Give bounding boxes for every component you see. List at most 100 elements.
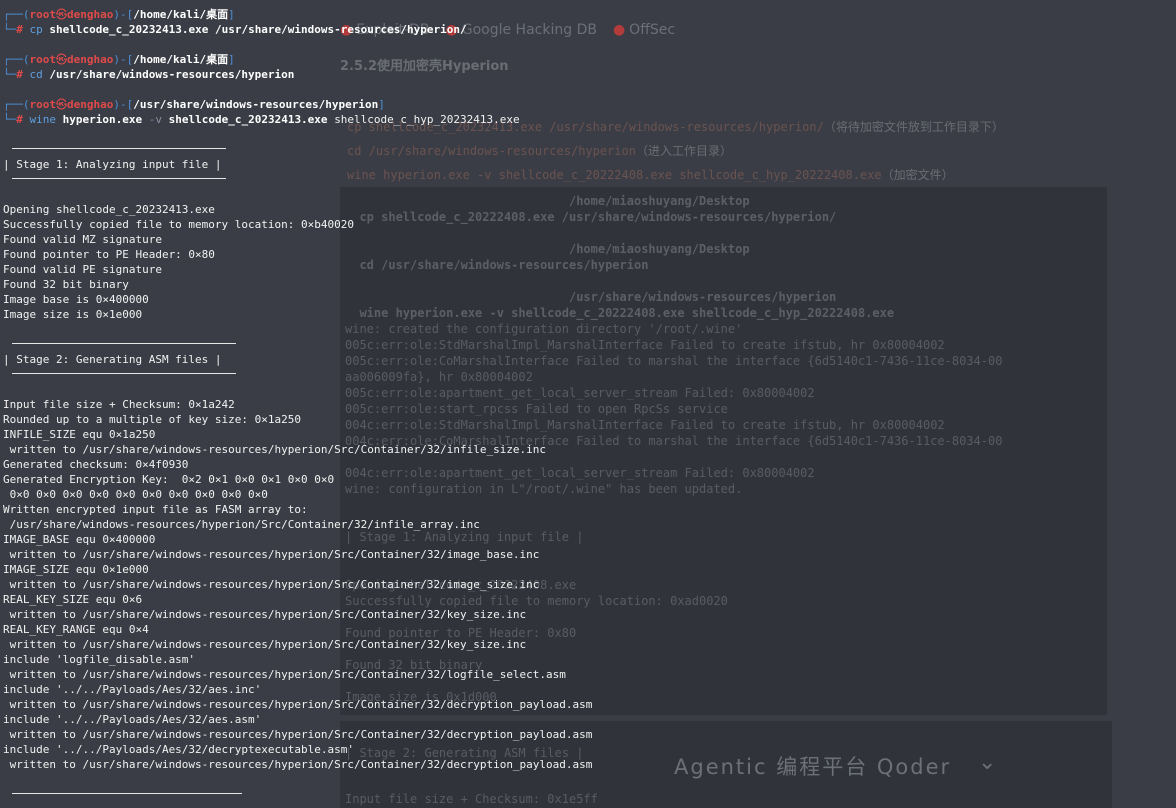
output-text: REAL_KEY_SIZE equ 0×6 [3,593,143,606]
skull-icon: ㉿ [56,98,67,111]
prompt-corner: ┌──( [3,53,30,66]
command-line: └─# cd /usr/share/windows-resources/hype… [3,67,294,82]
output-text: written to /usr/share/windows-resources/… [3,638,527,651]
command-line: └─# wine hyperion.exe -v shellcode_c_202… [3,112,520,127]
prompt-sep: )-[ [113,98,134,111]
terminal-window[interactable]: ┌──(root㉿denghao)-[/home/kali/桌面] └─# cp … [0,0,1176,808]
skull-icon: ㉿ [56,8,67,21]
output-line: Rounded up to a multiple of key size: 0×… [3,412,301,427]
prompt-host: denghao [67,8,114,21]
output-line: Opening shellcode_c_20232413.exe [3,202,215,217]
output-line: REAL_KEY_SIZE equ 0×6 [3,592,142,607]
prompt-user: root [29,53,57,66]
prompt-sep: ] [228,53,235,66]
output-line: Input file size + Checksum: 0×1a242 [3,397,235,412]
prompt-user: root [29,98,57,111]
output-line: written to /usr/share/windows-resources/… [3,757,593,772]
output-text: Found valid MZ signature [3,233,162,246]
prompt-header: ┌──(root㉿denghao)-[/usr/share/windows-re… [3,97,385,112]
prompt-path: /home/kali/桌面 [133,53,229,66]
banner-rule [12,148,226,149]
output-line: written to /usr/share/windows-resources/… [3,442,546,457]
prompt-sep: )-[ [113,8,134,21]
output-text: Found 32 bit binary [3,278,129,291]
prompt-hash: # [16,113,30,126]
output-text: Generated checksum: 0×4f0930 [3,458,189,471]
output-text: include 'logfile_disable.asm' [3,653,196,666]
output-text: include '../../Payloads/Aes/32/decryptex… [3,743,354,756]
output-line: include '../../Payloads/Aes/32/decryptex… [3,742,354,757]
output-line: include '../../Payloads/Aes/32/aes.inc' [3,682,261,697]
prompt-corner: ┌──( [3,8,30,21]
prompt-corner: └─ [3,68,17,81]
banner-rule [12,178,226,179]
command-arg: -v [148,113,162,126]
output-line: Image size is 0×1e000 [3,307,142,322]
output-text: INFILE_SIZE equ 0×1a250 [3,428,156,441]
output-text: Rounded up to a multiple of key size: 0×… [3,413,302,426]
command-arg: shellcode_c_20232413.exe [168,113,328,126]
output-text: REAL_KEY_RANGE equ 0×4 [3,623,149,636]
command-arg: /usr/share/windows-resources/hyperion [49,68,295,81]
output-line: written to /usr/share/windows-resources/… [3,577,540,592]
output-text: /usr/share/windows-resources/hyperion/Sr… [3,518,480,531]
banner-rule [12,373,236,374]
command-name: cd [29,68,43,81]
output-text: include '../../Payloads/Aes/32/aes.asm' [3,713,262,726]
output-text: IMAGE_BASE equ 0×400000 [3,533,156,546]
output-line: INFILE_SIZE equ 0×1a250 [3,427,155,442]
prompt-header: ┌──(root㉿denghao)-[/home/kali/桌面] [3,7,235,22]
prompt-sep: ] [378,98,385,111]
output-line: include '../../Payloads/Aes/32/aes.asm' [3,712,261,727]
output-line: Found 32 bit binary [3,277,129,292]
output-text: Input file size + Checksum: 0×1a242 [3,398,235,411]
output-line: Found valid MZ signature [3,232,162,247]
output-line: Found pointer to PE Header: 0×80 [3,247,215,262]
output-line: 0×0 0×0 0×0 0×0 0×0 0×0 0×0 0×0 0×0 0×0 [3,487,268,502]
command-arg: shellcode_c_hyp_20232413.exe [334,113,520,126]
prompt-corner: └─ [3,113,17,126]
output-text: written to /usr/share/windows-resources/… [3,758,593,771]
output-line: Generated checksum: 0×4f0930 [3,457,188,472]
command-name: wine [29,113,57,126]
output-line: IMAGE_SIZE equ 0×1e000 [3,562,149,577]
output-text: include '../../Payloads/Aes/32/aes.inc' [3,683,262,696]
banner-rule [12,793,242,794]
output-text: Image base is 0×400000 [3,293,149,306]
prompt-host: denghao [67,98,114,111]
prompt-sep: )-[ [113,53,134,66]
output-text: Written encrypted input file as FASM arr… [3,503,308,516]
output-text: Image size is 0×1e000 [3,308,143,321]
output-line: IMAGE_BASE equ 0×400000 [3,532,155,547]
output-line: include 'logfile_disable.asm' [3,652,195,667]
prompt-corner: └─ [3,23,17,36]
output-line: written to /usr/share/windows-resources/… [3,697,593,712]
skull-icon: ㉿ [56,53,67,66]
output-line: /usr/share/windows-resources/hyperion/Sr… [3,517,480,532]
output-text: Generated Encryption Key: 0×2 0×1 0×0 0×… [3,473,335,486]
output-text: written to /usr/share/windows-resources/… [3,728,593,741]
stage2-title: | Stage 2: Generating ASM files | [3,353,222,366]
output-text: 0×0 0×0 0×0 0×0 0×0 0×0 0×0 0×0 0×0 0×0 [3,488,268,501]
output-line: written to /usr/share/windows-resources/… [3,667,566,682]
output-line: Successfully copied file to memory locat… [3,217,354,232]
stage1-title: | Stage 1: Analyzing input file | [3,158,222,171]
output-text: Found pointer to PE Header: 0×80 [3,248,215,261]
command-arg: hyperion.exe [62,113,143,126]
stage-banner: | Stage 1: Analyzing input file | [3,157,222,172]
command-arg: shellcode_c_20232413.exe [49,23,209,36]
output-text: IMAGE_SIZE equ 0×1e000 [3,563,149,576]
output-line: written to /usr/share/windows-resources/… [3,727,593,742]
output-text: written to /usr/share/windows-resources/… [3,698,593,711]
prompt-user: root [29,8,57,21]
command-arg: /usr/share/windows-resources/hyperion/ [214,23,467,36]
command-line: └─# cp shellcode_c_20232413.exe /usr/sha… [3,22,467,37]
output-line: Generated Encryption Key: 0×2 0×1 0×0 0×… [3,472,334,487]
output-text: written to /usr/share/windows-resources/… [3,578,540,591]
prompt-host: denghao [67,53,114,66]
output-text: Found valid PE signature [3,263,162,276]
output-line: written to /usr/share/windows-resources/… [3,547,540,562]
prompt-header: ┌──(root㉿denghao)-[/home/kali/桌面] [3,52,235,67]
prompt-path: /home/kali/桌面 [133,8,229,21]
prompt-hash: # [16,23,30,36]
